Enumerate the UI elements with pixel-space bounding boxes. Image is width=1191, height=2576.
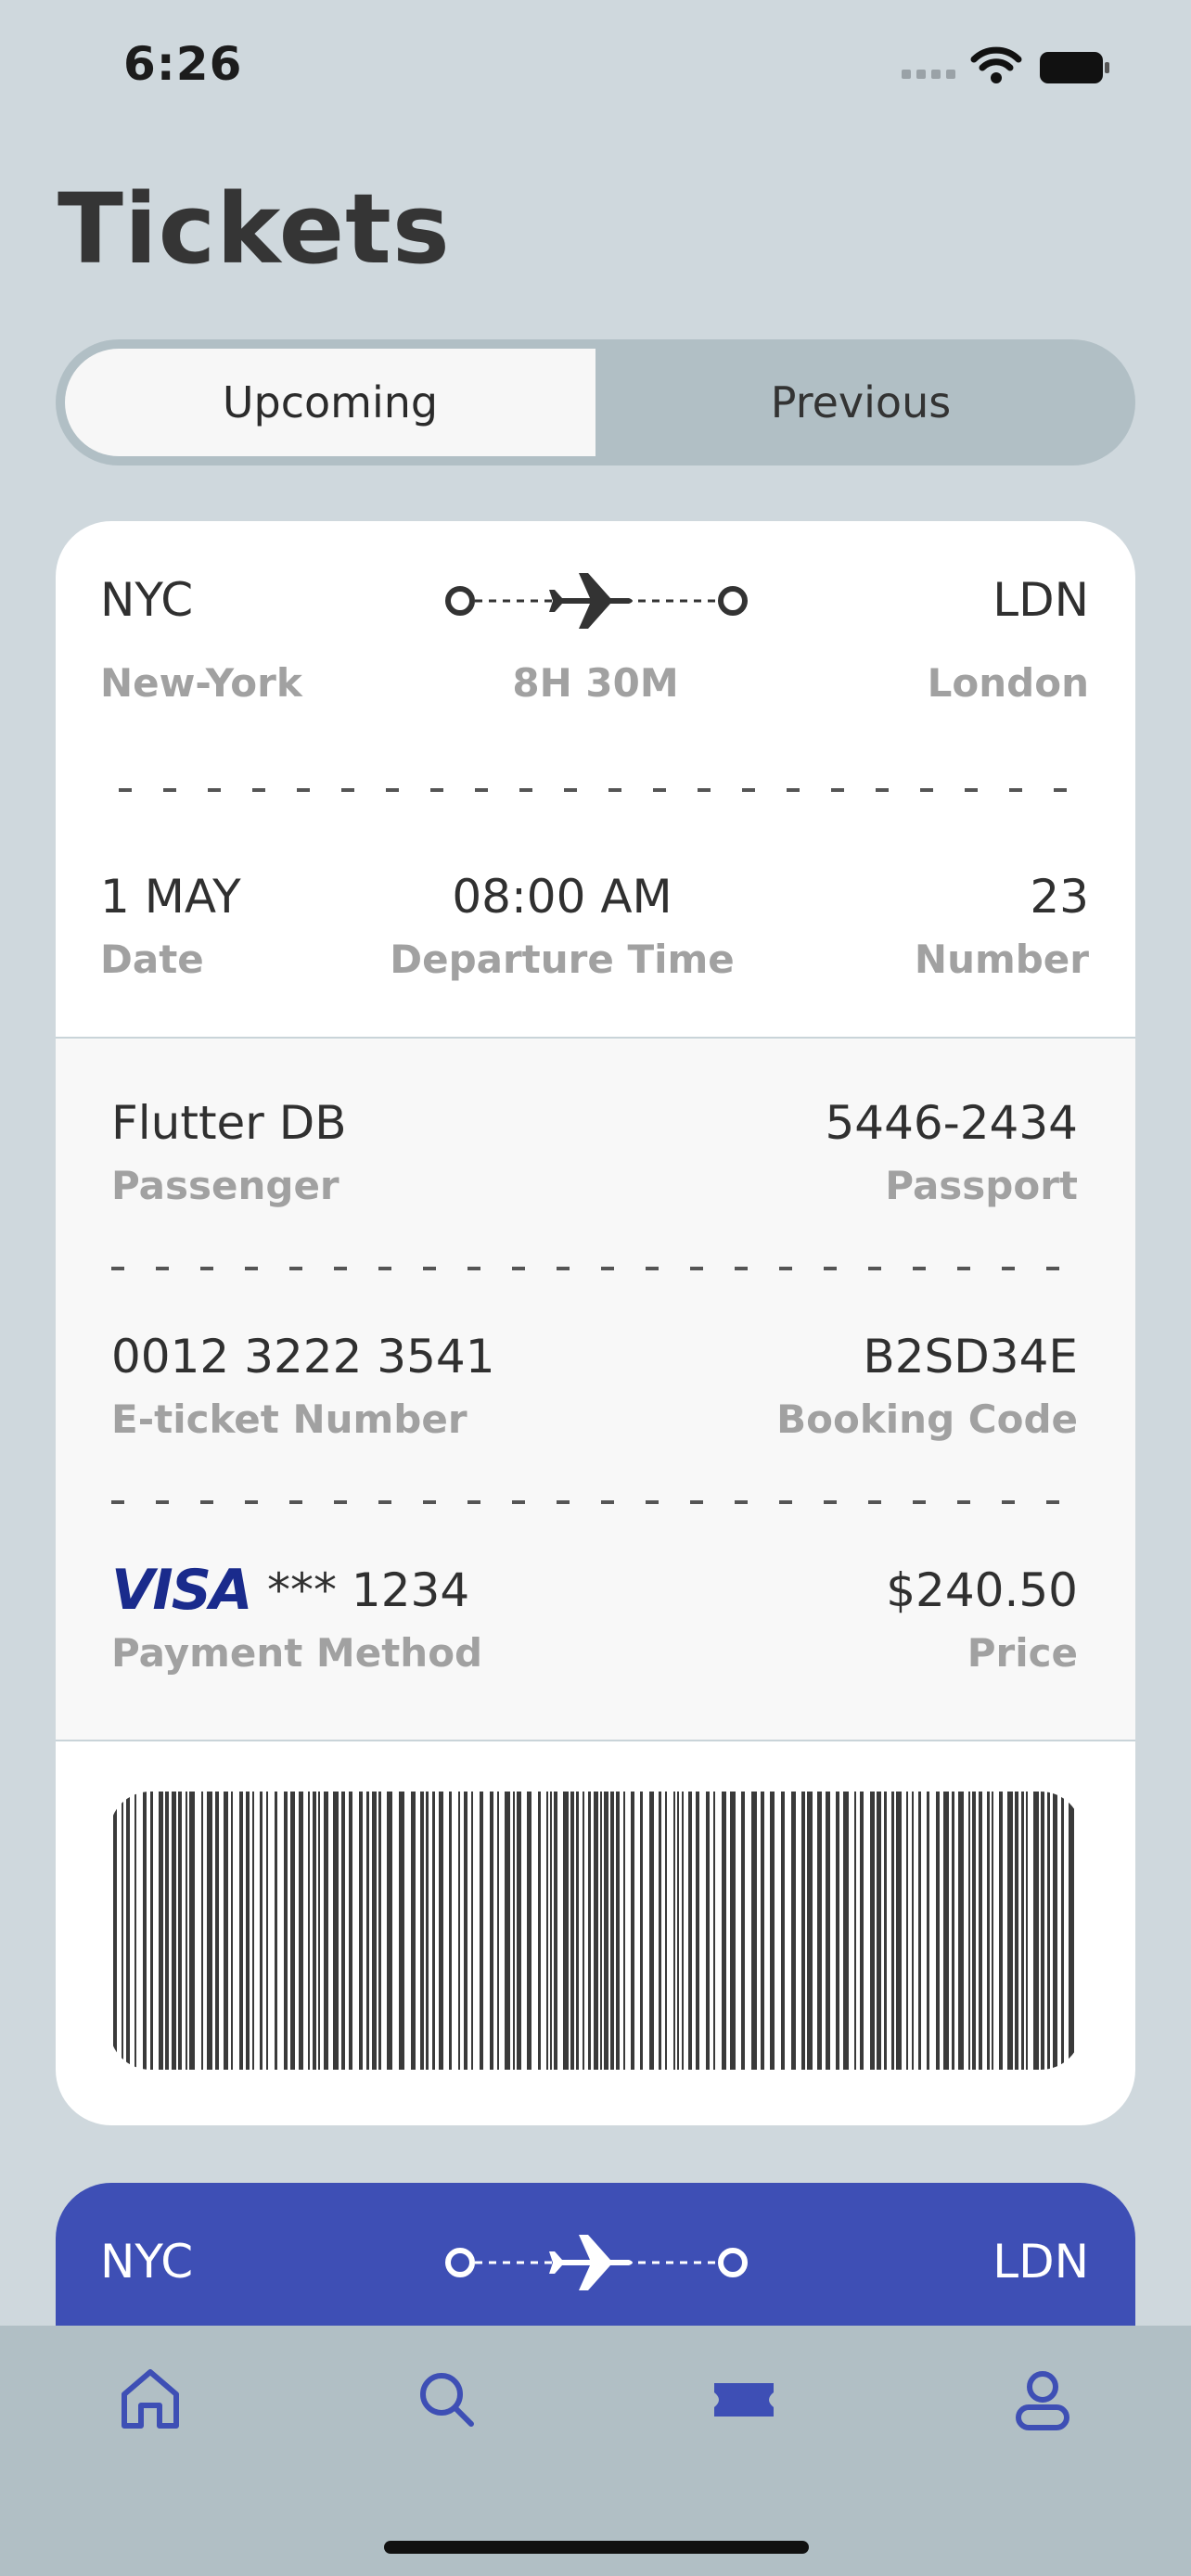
passenger-label: Passenger (111, 1163, 339, 1208)
profile-icon[interactable] (1005, 2363, 1080, 2437)
from-code: NYC (100, 2235, 194, 2289)
passport-number: 5446-2434 (825, 1096, 1078, 1150)
barcode (109, 1792, 1082, 2070)
from-code: NYC (100, 573, 194, 627)
number-label: Number (914, 937, 1089, 982)
eticket-number: 0012 3222 3541 (111, 1330, 495, 1384)
divider (119, 788, 1080, 792)
booking-code-label: Booking Code (776, 1396, 1078, 1442)
departure-time: 08:00 AM (452, 870, 672, 924)
home-icon[interactable] (113, 2363, 187, 2437)
to-city: London (927, 660, 1089, 706)
divider (111, 1267, 1080, 1270)
price-label: Price (967, 1630, 1078, 1676)
flight-number: 23 (1030, 870, 1089, 924)
home-indicator (384, 2541, 809, 2554)
battery-icon (1040, 52, 1109, 83)
payment-method-label: Payment Method (111, 1630, 483, 1676)
to-code: LDN (992, 2235, 1089, 2289)
passport-label: Passport (885, 1163, 1078, 1208)
airplane-icon (549, 2235, 633, 2290)
flight-path-icon (445, 573, 748, 629)
search-icon[interactable] (410, 2363, 484, 2437)
wifi-icon (970, 46, 1022, 83)
divider (111, 1500, 1080, 1504)
page-title: Tickets (58, 172, 451, 286)
ticket-price: $240.50 (886, 1563, 1078, 1617)
status-time: 6:26 (123, 37, 243, 91)
visa-logo: VISA (111, 1558, 252, 1623)
booking-code: B2SD34E (863, 1330, 1078, 1384)
tab-upcoming[interactable]: Upcoming (65, 349, 596, 456)
airplane-icon (549, 573, 633, 629)
to-code: LDN (992, 573, 1089, 627)
signal-icon (902, 70, 959, 79)
card-number: *** 1234 (267, 1563, 470, 1617)
eticket-label: E-ticket Number (111, 1396, 467, 1442)
ticket-icon[interactable] (707, 2363, 781, 2437)
tab-previous[interactable]: Previous (596, 349, 1126, 456)
passenger-name: Flutter DB (111, 1096, 347, 1150)
passenger-section: Flutter DB 5446-2434 Passenger Passport … (56, 1037, 1135, 1741)
flight-path-icon (445, 2235, 748, 2290)
